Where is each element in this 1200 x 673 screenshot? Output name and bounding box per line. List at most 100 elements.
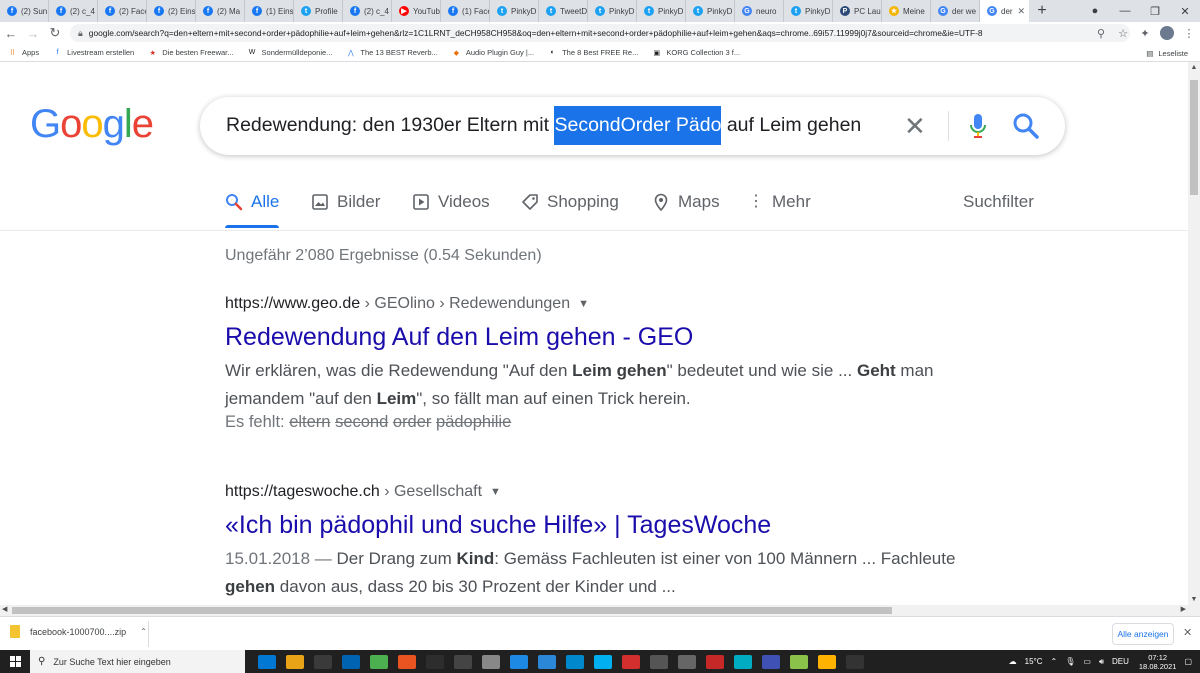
browser-tab[interactable]: f (1) Face: [441, 0, 490, 22]
result-title-link[interactable]: «Ich bin pädophil und suche Hilfe» | Tag…: [225, 511, 985, 540]
horizontal-scroll-thumb[interactable]: [12, 607, 892, 614]
horizontal-scrollbar[interactable]: ◀ ▶: [0, 605, 1200, 616]
browser-tab[interactable]: t TweetD: [539, 0, 588, 22]
browser-tab[interactable]: t PinkyD: [686, 0, 735, 22]
notification-icon[interactable]: ▢: [1184, 657, 1192, 666]
tab-shopping[interactable]: Shopping: [521, 192, 619, 212]
close-shelf-icon[interactable]: ✕: [1183, 626, 1192, 639]
taskbar-app-icon[interactable]: [258, 654, 276, 669]
browser-tab[interactable]: t PinkyD: [588, 0, 637, 22]
reading-list[interactable]: ▤ Leseliste: [1146, 44, 1188, 62]
result-menu-caret-icon[interactable]: ▼: [578, 298, 589, 310]
taskbar-app-icon[interactable]: [510, 654, 528, 669]
show-all-downloads-button[interactable]: Alle anzeigen: [1112, 623, 1174, 645]
taskbar-search-box[interactable]: ⚲ Zur Suche Text hier eingeben: [30, 650, 245, 673]
browser-tab[interactable]: Gneuro: [735, 0, 784, 22]
taskbar-app-icon[interactable]: [790, 654, 808, 669]
browser-tab[interactable]: t PinkyD: [784, 0, 833, 22]
browser-tab[interactable]: t Profile: [294, 0, 343, 22]
browser-tab[interactable]: ▶ YouTub: [392, 0, 441, 22]
taskbar-app-icon[interactable]: [846, 654, 864, 669]
result-url[interactable]: https://www.geo.de › GEOlino › Redewendu…: [225, 295, 985, 313]
windows-start-button[interactable]: [0, 656, 30, 667]
clear-search-icon[interactable]: ✕: [904, 111, 926, 142]
profile-avatar[interactable]: [1160, 26, 1174, 40]
scroll-up-arrow-icon[interactable]: ▲: [1188, 64, 1200, 71]
tab-videos[interactable]: Videos: [412, 192, 490, 212]
scroll-left-arrow-icon[interactable]: ◀: [2, 605, 7, 613]
vertical-scrollbar[interactable]: ▲ ▼: [1188, 62, 1200, 605]
scroll-down-arrow-icon[interactable]: ▼: [1188, 596, 1200, 603]
profile-record-icon[interactable]: ●: [1080, 5, 1110, 17]
maximize-button[interactable]: ❐: [1140, 5, 1170, 18]
download-item[interactable]: facebook-1000700....zip ⌃: [10, 625, 147, 638]
tab-all[interactable]: Alle: [225, 192, 280, 228]
search-tools-button[interactable]: Suchfilter: [963, 192, 1034, 212]
taskbar-app-icon[interactable]: [650, 654, 668, 669]
reload-button[interactable]: ↻: [44, 25, 66, 41]
taskbar-app-icon[interactable]: [370, 654, 388, 669]
search-page-icon[interactable]: ⚲: [1090, 27, 1112, 40]
temperature[interactable]: 15°C: [1025, 657, 1043, 666]
taskbar-app-icon[interactable]: [482, 654, 500, 669]
bookmark-item[interactable]: ⠿ Apps: [8, 48, 39, 57]
bookmark-item[interactable]: ★ Die besten Freewar...: [148, 48, 234, 57]
search-box[interactable]: Redewendung: den 1930er Eltern mit Secon…: [200, 97, 1065, 155]
minimize-button[interactable]: —: [1110, 5, 1140, 17]
taskbar-app-icon[interactable]: [426, 654, 444, 669]
clock[interactable]: 07:12 18.08.2021: [1139, 653, 1177, 671]
browser-tab[interactable]: Gder ✕: [980, 0, 1029, 22]
bookmark-item[interactable]: ⋀ The 13 BEST Reverb...: [346, 48, 438, 57]
taskbar-app-icon[interactable]: [566, 654, 584, 669]
volume-icon[interactable]: 🔊︎: [1099, 657, 1104, 667]
result-title-link[interactable]: Redewendung Auf den Leim gehen - GEO: [225, 323, 985, 352]
forward-button[interactable]: →: [22, 26, 44, 41]
browser-tab[interactable]: t PinkyD: [490, 0, 539, 22]
network-icon[interactable]: ▭: [1083, 657, 1091, 666]
taskbar-app-icon[interactable]: [678, 654, 696, 669]
result-menu-caret-icon[interactable]: ▼: [490, 486, 501, 498]
tray-overflow-icon[interactable]: ⌃: [1051, 657, 1058, 666]
close-tab-icon[interactable]: ✕: [1017, 6, 1025, 17]
microphone-tray-icon[interactable]: 🎙︎: [1065, 657, 1075, 666]
download-options-caret-icon[interactable]: ⌃: [140, 627, 147, 636]
result-url[interactable]: https://tageswoche.ch › Gesellschaft ▼: [225, 483, 985, 501]
search-icon[interactable]: [1012, 112, 1040, 140]
microphone-icon[interactable]: [966, 111, 990, 141]
search-query[interactable]: Redewendung: den 1930er Eltern mit Secon…: [226, 106, 861, 145]
taskbar-app-icon[interactable]: [734, 654, 752, 669]
browser-tab[interactable]: ★ Meine: [882, 0, 931, 22]
google-logo[interactable]: Google: [30, 102, 154, 147]
tab-images[interactable]: Bilder: [311, 192, 380, 212]
browser-tab[interactable]: f (2) Ma: [196, 0, 245, 22]
bookmark-item[interactable]: ▣ KORG Collection 3 f...: [652, 48, 741, 57]
taskbar-app-icon[interactable]: [706, 654, 724, 669]
browser-tab[interactable]: f (2) Eins: [147, 0, 196, 22]
close-window-button[interactable]: ✕: [1170, 5, 1200, 18]
bookmark-item[interactable]: f Livestream erstellen: [53, 48, 135, 57]
browser-tab[interactable]: f (1) Eins: [245, 0, 294, 22]
weather-cloud-icon[interactable]: ☁: [1009, 657, 1017, 666]
vertical-scroll-thumb[interactable]: [1190, 80, 1198, 195]
taskbar-app-icon[interactable]: [454, 654, 472, 669]
bookmark-star-icon[interactable]: ☆: [1112, 27, 1134, 40]
taskbar-app-icon[interactable]: [342, 654, 360, 669]
language-indicator[interactable]: DEU: [1112, 657, 1129, 666]
new-tab-button[interactable]: +: [1029, 0, 1055, 22]
menu-dots-icon[interactable]: ⋮: [1178, 27, 1200, 40]
browser-tab[interactable]: f (2) c_4: [343, 0, 392, 22]
taskbar-app-icon[interactable]: [538, 654, 556, 669]
back-button[interactable]: ←: [0, 26, 22, 41]
bookmark-item[interactable]: ◐ The 8 Best FREE Re...: [548, 48, 638, 57]
address-bar[interactable]: 🔒︎ google.com/search?q=den+eltern+mit+se…: [70, 24, 1130, 42]
bookmark-item[interactable]: ◆ Audio Plugin Guy |...: [452, 48, 534, 57]
taskbar-app-icon[interactable]: [818, 654, 836, 669]
tab-more[interactable]: ⋮ Mehr: [748, 192, 811, 212]
browser-tab[interactable]: f (2) c_4: [49, 0, 98, 22]
taskbar-app-icon[interactable]: [398, 654, 416, 669]
taskbar-app-icon[interactable]: [762, 654, 780, 669]
scroll-right-arrow-icon[interactable]: ▶: [1181, 605, 1186, 613]
extensions-icon[interactable]: ✦: [1134, 27, 1156, 40]
browser-tab[interactable]: P PC Lau: [833, 0, 882, 22]
tab-maps[interactable]: Maps: [652, 192, 720, 212]
